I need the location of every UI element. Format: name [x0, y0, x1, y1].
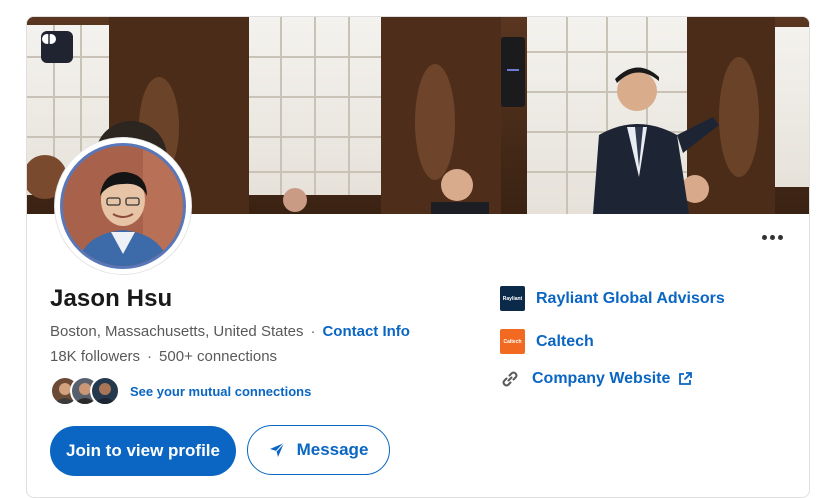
profile-name: Jason Hsu [50, 285, 173, 312]
send-icon [269, 442, 284, 457]
message-label: Message [296, 440, 369, 459]
join-to-view-profile-button[interactable]: Join to view profile [50, 426, 236, 476]
profile-avatar-frame [55, 138, 191, 274]
company-website-label[interactable]: Company Website [532, 370, 670, 388]
link-icon [502, 371, 518, 387]
profile-location-line: Boston, Massachusetts, United States · Con… [50, 323, 410, 340]
more-options-icon[interactable] [755, 225, 789, 249]
connections-count: 500+ connections [159, 348, 278, 365]
profile-stats: 18K followers · 500+ connections [50, 348, 277, 365]
profile-location: Boston, Massachusetts, United States [50, 323, 304, 340]
followers-count: 18K followers [50, 348, 141, 365]
separator: · [310, 323, 316, 340]
contact-info-link[interactable]: Contact Info [322, 323, 410, 340]
avatar[interactable] [60, 143, 186, 269]
message-button[interactable]: Message [247, 425, 390, 475]
separator: · [147, 348, 153, 365]
profile-card: Jason Hsu Boston, Massachusetts, United … [26, 16, 810, 498]
company-logo: Rayliant [500, 286, 525, 311]
mutual-avatars [50, 376, 122, 406]
mutual-connections[interactable]: See your mutual connections [50, 376, 311, 406]
company-name[interactable]: Rayliant Global Advisors [536, 290, 725, 308]
avatar [90, 376, 120, 406]
external-link-icon [679, 372, 693, 385]
ai-brain-icon[interactable] [41, 31, 73, 63]
mutual-connections-link[interactable]: See your mutual connections [130, 384, 311, 399]
company-website-link[interactable]: Company Website [500, 369, 693, 389]
education-item-caltech[interactable]: Caltech Caltech [500, 329, 594, 354]
school-logo: Caltech [500, 329, 525, 354]
experience-item-rayliant[interactable]: Rayliant Rayliant Global Advisors [500, 286, 725, 311]
school-name[interactable]: Caltech [536, 333, 594, 351]
